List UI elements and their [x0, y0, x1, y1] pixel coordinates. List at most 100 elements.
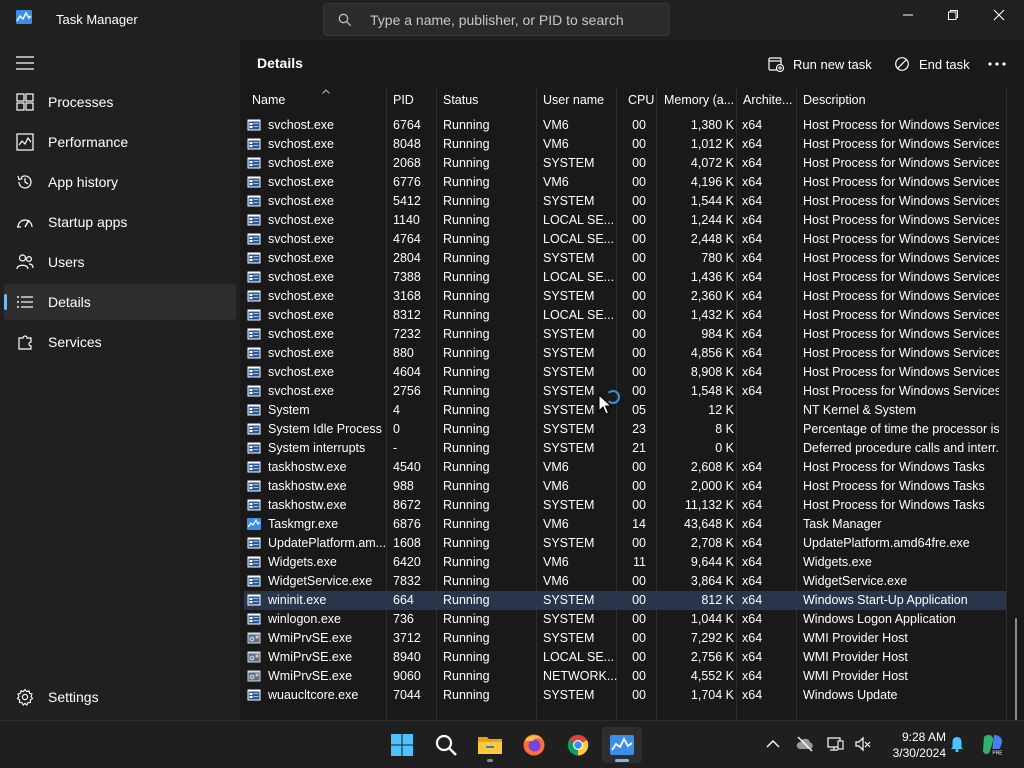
table-row[interactable]: svchost.exe 1140 Running LOCAL SE... 00 1,244… — [244, 211, 1006, 230]
minimize-icon — [903, 14, 913, 16]
description-cell: Percentage of time the processor is... — [803, 422, 999, 436]
column-header-cpu[interactable]: CPU — [628, 88, 663, 112]
table-row[interactable]: svchost.exe 6776 Running VM6 00 4,196 K x64 Hos… — [244, 173, 1006, 192]
table-row[interactable]: svchost.exe 4604 Running SYSTEM 00 8,908 K x64… — [244, 363, 1006, 382]
grid-icon — [16, 93, 34, 111]
table-row[interactable]: svchost.exe 8048 Running VM6 00 1,012 K x64 Hos… — [244, 135, 1006, 154]
close-button[interactable] — [976, 0, 1022, 30]
service-process-icon — [247, 537, 261, 549]
table-row[interactable]: Widgets.exe 6420 Running VM6 11 9,644 K x64 Wid… — [244, 553, 1006, 572]
memory-cell: 2,000 K — [690, 479, 734, 493]
table-row[interactable]: System Idle Process 0 Running SYSTEM 23 8 K Pe… — [244, 420, 1006, 439]
table-row[interactable]: svchost.exe 7232 Running SYSTEM 00 984 K x64 Ho… — [244, 325, 1006, 344]
table-row[interactable]: WmiPrvSE.exe 8940 Running LOCAL SE... 00 2,75… — [244, 648, 1006, 667]
column-header-user-name[interactable]: User name — [543, 88, 615, 112]
table-row[interactable]: taskhostw.exe 4540 Running VM6 00 2,608 K x64 H… — [244, 458, 1006, 477]
table-row[interactable]: UpdatePlatform.am... 1608 Running SYSTEM 00 2… — [244, 534, 1006, 553]
notification-bell-icon[interactable] — [948, 735, 966, 753]
more-options-button[interactable] — [988, 52, 1015, 76]
column-header-architecture[interactable]: Archite... — [743, 88, 795, 112]
table-row[interactable]: svchost.exe 3168 Running SYSTEM 00 2,360 K x64… — [244, 287, 1006, 306]
sidebar-item-app-history[interactable]: App history — [4, 164, 236, 200]
chevron-up-icon[interactable] — [764, 735, 782, 753]
table-row[interactable]: svchost.exe 4764 Running LOCAL SE... 00 2,448… — [244, 230, 1006, 249]
table-row[interactable]: Taskmgr.exe 6876 Running VM6 14 43,648 K x64 Ta… — [244, 515, 1006, 534]
memory-cell: 1,432 K — [690, 308, 734, 322]
table-row[interactable]: wininit.exe 664 Running SYSTEM 00 812 K x64 Win… — [244, 591, 1006, 610]
sidebar-item-processes[interactable]: Processes — [4, 84, 236, 120]
table-row[interactable]: svchost.exe 5412 Running SYSTEM 00 1,544 K x64… — [244, 192, 1006, 211]
table-row[interactable]: svchost.exe 2068 Running SYSTEM 00 4,072 K x64… — [244, 154, 1006, 173]
description-cell: Host Process for Windows Tasks — [803, 460, 985, 474]
network-icon[interactable] — [826, 735, 844, 753]
taskbar-firefox[interactable] — [514, 727, 554, 763]
table-row[interactable]: svchost.exe 880 Running SYSTEM 00 4,856 K x64 H… — [244, 344, 1006, 363]
column-header-memory[interactable]: Memory (a... — [664, 88, 734, 112]
process-name-cell: svchost.exe — [268, 194, 335, 208]
taskbar-search-button[interactable] — [426, 727, 466, 763]
table-row[interactable]: svchost.exe 2804 Running SYSTEM 00 780 K x64 Ho… — [244, 249, 1006, 268]
architecture-cell: x64 — [742, 118, 763, 132]
table-row[interactable]: svchost.exe 6764 Running VM6 00 1,380 K x64 Hos… — [244, 116, 1006, 135]
run-new-task-button[interactable]: Run new task — [768, 52, 872, 76]
column-divider[interactable] — [1006, 88, 1007, 720]
column-header-name[interactable]: Name — [252, 88, 382, 112]
column-header-status[interactable]: Status — [443, 88, 533, 112]
search-icon — [435, 734, 457, 756]
process-name-cell: svchost.exe — [268, 232, 335, 246]
architecture-cell: x64 — [742, 156, 763, 170]
sidebar-item-users[interactable]: Users — [4, 244, 236, 280]
architecture-cell: x64 — [742, 536, 763, 550]
service-process-icon — [247, 366, 261, 378]
architecture-cell: x64 — [742, 460, 763, 474]
architecture-cell: x64 — [742, 270, 763, 284]
taskbar-file-explorer[interactable] — [470, 727, 510, 763]
architecture-cell: x64 — [742, 327, 763, 341]
table-row[interactable]: WmiPrvSE.exe 9060 Running NETWORK... 00 4,552… — [244, 667, 1006, 686]
table-row[interactable]: wuaucltcore.exe 7044 Running SYSTEM 00 1,704 … — [244, 686, 1006, 705]
column-header-description[interactable]: Description — [803, 88, 953, 112]
user-name-cell: LOCAL SE... — [543, 232, 615, 246]
column-header-pid[interactable]: PID — [393, 88, 433, 112]
sidebar-item-details[interactable]: Details — [4, 284, 236, 320]
hamburger-menu-icon[interactable] — [16, 56, 34, 70]
pid-cell: 7388 — [393, 270, 421, 284]
table-row[interactable]: System interrupts - Running SYSTEM 21 0 K Defe… — [244, 439, 1006, 458]
process-name-cell: taskhostw.exe — [268, 479, 347, 493]
cloud-off-icon[interactable] — [796, 735, 814, 753]
table-row[interactable]: winlogon.exe 736 Running SYSTEM 00 1,044 K x64… — [244, 610, 1006, 629]
pid-cell: 8048 — [393, 137, 421, 151]
pid-cell: 736 — [393, 612, 414, 626]
memory-cell: 3,864 K — [690, 574, 734, 588]
table-row[interactable]: WidgetService.exe 7832 Running VM6 00 3,864 K… — [244, 572, 1006, 591]
start-button[interactable] — [382, 727, 422, 763]
table-row[interactable]: svchost.exe 8312 Running LOCAL SE... 00 1,432… — [244, 306, 1006, 325]
process-name-cell: wininit.exe — [268, 593, 327, 607]
service-process-icon — [247, 290, 261, 302]
table-row[interactable]: WmiPrvSE.exe 3712 Running SYSTEM 00 7,292 K x6… — [244, 629, 1006, 648]
search-input[interactable]: Type a name, publisher, or PID to search — [323, 3, 670, 36]
sidebar-item-services[interactable]: Services — [4, 324, 236, 360]
status-cell: Running — [443, 403, 490, 417]
end-task-button[interactable]: End task — [894, 52, 970, 76]
app-title: Task Manager — [56, 12, 138, 27]
pid-cell: 9060 — [393, 669, 421, 683]
maximize-button[interactable] — [930, 0, 976, 30]
memory-cell: 12 K — [708, 403, 734, 417]
taskbar-task-manager[interactable] — [602, 727, 642, 763]
sidebar-item-settings[interactable]: Settings — [4, 679, 236, 715]
table-row[interactable]: System 4 Running SYSTEM 05 12 K NT Kernel & Sy… — [244, 401, 1006, 420]
minimize-button[interactable] — [885, 0, 931, 30]
table-row[interactable]: taskhostw.exe 8672 Running SYSTEM 00 11,132 K… — [244, 496, 1006, 515]
memory-cell: 780 K — [701, 251, 734, 265]
sidebar-item-startup-apps[interactable]: Startup apps — [4, 204, 236, 240]
memory-cell: 2,360 K — [690, 289, 734, 303]
system-clock[interactable]: 9:28 AM 3/30/2024 — [856, 729, 946, 761]
taskbar-chrome[interactable] — [558, 727, 598, 763]
user-name-cell: VM6 — [543, 118, 569, 132]
sidebar-item-performance[interactable]: Performance — [4, 124, 236, 160]
table-row[interactable]: taskhostw.exe 988 Running VM6 00 2,000 K x64 Ho… — [244, 477, 1006, 496]
table-row[interactable]: svchost.exe 7388 Running LOCAL SE... 00 1,436… — [244, 268, 1006, 287]
copilot-preview-icon[interactable]: PRE — [980, 733, 1006, 757]
table-row[interactable]: svchost.exe 2756 Running SYSTEM 00 1,548 Kx64… — [244, 382, 1006, 401]
